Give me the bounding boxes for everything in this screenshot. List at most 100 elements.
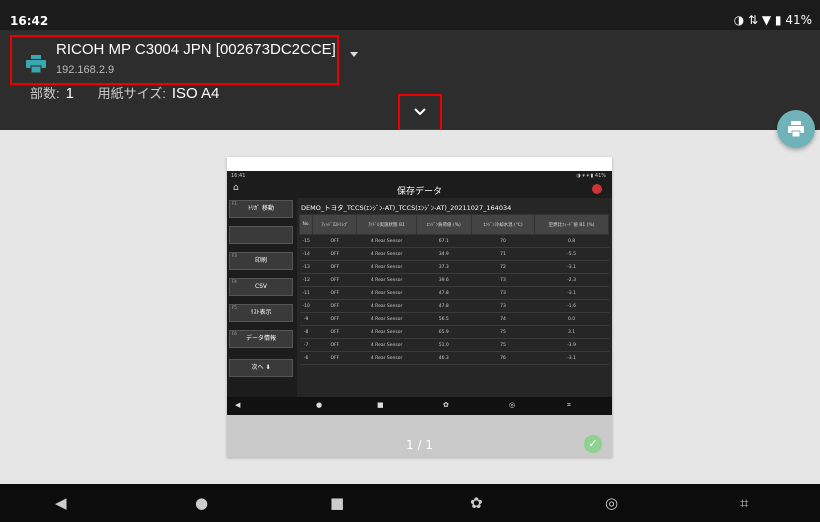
preview-screenshot: 16:41 ◑ ▾ ▾ ▮ 41% ⌂ 保存データ F1 ﾄﾘｶﾞ 移動 F3 印刷… — [227, 171, 612, 415]
table-cell: 0.0 — [534, 312, 609, 326]
system-nav-bar: ◀ ● ■ ✿ ◎ ⌗ — [0, 484, 820, 522]
table-cell: 76 — [471, 351, 535, 365]
table-row: -9 OFF 4 Rear Sensor 56.5 74 0.0 — [299, 312, 609, 326]
table-cell: 37.3 — [416, 260, 472, 274]
table-cell: -11 — [299, 286, 313, 300]
preview-data-panel: DEMO_トヨタ_TCCS(ｴﾝｼﾞﾝ-AT)_TCCS(ｴﾝｼﾞﾝ-AT)_2… — [297, 198, 612, 398]
table-row: -7 OFF 4 Rear Sensor 51.0 75 -3.9 — [299, 338, 609, 352]
chevron-down-icon — [414, 108, 426, 116]
preview-status-icons: ◑ ▾ ▾ ▮ 41% — [576, 173, 606, 179]
preview-title: 保存データ — [396, 187, 442, 197]
preview-side-button: F3 印刷 — [229, 252, 293, 270]
table-row: -8 OFF 4 Rear Sensor 65.9 75 3.1 — [299, 325, 609, 339]
table-cell: -14 — [299, 247, 313, 261]
settings-icon[interactable]: ✿ — [470, 494, 483, 512]
table-cell: OFF — [312, 247, 357, 261]
print-settings-summary: 部数: 1 用紙サイズ: ISO A4 — [30, 83, 239, 102]
table-cell: 4 Rear Sensor — [356, 325, 417, 339]
table-cell: -10 — [299, 299, 313, 313]
table-cell: 4 Rear Sensor — [356, 247, 417, 261]
table-cell: -8 — [299, 325, 313, 339]
preview-sidebar: F1 ﾄﾘｶﾞ 移動 F3 印刷 F4 CSV F5 ﾘｽﾄ表示 F6 データ情報 次へ … — [227, 198, 297, 398]
battery-level: 41% — [785, 13, 812, 27]
printer-icon — [26, 55, 46, 73]
preview-side-button: F4 CSV — [229, 278, 293, 296]
expand-options-button[interactable] — [398, 94, 442, 131]
table-cell: 4 Rear Sensor — [356, 338, 417, 352]
table-cell: -6 — [299, 351, 313, 365]
table-cell: 4 Rear Sensor — [356, 299, 417, 313]
table-cell: OFF — [312, 273, 357, 287]
table-cell: OFF — [312, 312, 357, 326]
preview-recents-icon: ■ — [377, 401, 384, 409]
table-cell: 47.8 — [416, 286, 472, 300]
table-cell: -3.9 — [534, 338, 609, 352]
table-cell: -1.6 — [534, 299, 609, 313]
preview-nav-bar: ◀ ● ■ ✿ ◎ ⌗ — [227, 397, 612, 415]
home-icon[interactable]: ● — [195, 494, 208, 512]
table-cell: -5.5 — [534, 247, 609, 261]
table-header-cell: No. — [298, 214, 314, 235]
print-options-header: RICOH MP C3004 JPN [002673DC2CCE] 192.16… — [0, 30, 820, 131]
table-cell: OFF — [312, 299, 357, 313]
table-header-cell: 空燃比ﾌｨｰﾄﾞ値 B1 (%) — [534, 214, 609, 235]
table-cell: -7 — [299, 338, 313, 352]
table-header-cell: ｱｨｯﾄﾞﾛｽﾄﾘﾚﾌﾟ — [312, 214, 358, 235]
close-icon — [592, 184, 602, 194]
table-cell: 51.0 — [416, 338, 472, 352]
preview-home-icon: ● — [316, 401, 323, 409]
back-icon[interactable]: ◀ — [55, 494, 67, 512]
table-cell: 3.1 — [534, 325, 609, 339]
table-cell: -2.3 — [534, 273, 609, 287]
preview-side-button: F5 ﾘｽﾄ表示 — [229, 304, 293, 322]
table-cell: 71 — [471, 247, 535, 261]
app-icon[interactable]: ◎ — [605, 494, 618, 512]
table-cell: -13 — [299, 260, 313, 274]
table-cell: OFF — [312, 286, 357, 300]
table-cell: -15 — [299, 234, 313, 248]
table-row: -13 OFF 4 Rear Sensor 37.3 72 -3.1 — [299, 260, 609, 274]
table-cell: 46.3 — [416, 351, 472, 365]
table-cell: 47.8 — [416, 299, 472, 313]
table-cell: 4 Rear Sensor — [356, 351, 417, 365]
table-cell: OFF — [312, 260, 357, 274]
status-time: 16:42 — [10, 14, 49, 28]
table-header-cell: ｱｲﾄﾞﾙ実施状態 B1 — [356, 214, 417, 235]
table-cell: OFF — [312, 234, 357, 248]
printer-icon — [788, 121, 804, 138]
table-cell: 75 — [471, 338, 535, 352]
table-cell: 74 — [471, 312, 535, 326]
table-cell: OFF — [312, 338, 357, 352]
preview-file-name: DEMO_トヨタ_TCCS(ｴﾝｼﾞﾝ-AT)_TCCS(ｴﾝｼﾞﾝ-AT)_2… — [301, 204, 512, 212]
table-cell: 65.9 — [416, 325, 472, 339]
table-cell: 34.9 — [416, 247, 472, 261]
table-cell: 4 Rear Sensor — [356, 234, 417, 248]
table-row: -14 OFF 4 Rear Sensor 34.9 71 -5.5 — [299, 247, 609, 261]
table-cell: 73 — [471, 299, 535, 313]
copies-value: 1 — [65, 85, 74, 102]
preview-settings-icon: ✿ — [443, 401, 449, 409]
preview-side-button: F1 ﾄﾘｶﾞ 移動 — [229, 200, 293, 218]
page-indicator: 1 / 1 — [406, 438, 433, 452]
paper-size-value: ISO A4 — [171, 85, 220, 102]
recents-icon[interactable]: ■ — [330, 494, 344, 512]
printer-selector[interactable]: RICOH MP C3004 JPN [002673DC2CCE] 192.16… — [10, 35, 339, 85]
paper-size-label: 用紙サイズ: — [97, 86, 166, 101]
screenshot-icon[interactable]: ⌗ — [740, 494, 748, 512]
status-icons: ◑ ⇅ ▼ ▮ — [733, 13, 782, 27]
print-button[interactable] — [777, 110, 815, 148]
table-cell: -3.1 — [534, 286, 609, 300]
table-row: -12 OFF 4 Rear Sensor 39.6 73 -2.3 — [299, 273, 609, 287]
copies-label: 部数: — [30, 86, 60, 101]
table-cell: 56.5 — [416, 312, 472, 326]
printer-dropdown-arrow-icon[interactable] — [350, 52, 358, 57]
page-selected-check-icon[interactable]: ✓ — [584, 435, 602, 453]
table-row: -6 OFF 4 Rear Sensor 46.3 76 -3.1 — [299, 351, 609, 365]
printer-name: RICOH MP C3004 JPN [002673DC2CCE] — [56, 41, 336, 58]
preview-screenshot-icon: ⌗ — [567, 401, 571, 409]
table-cell: 4 Rear Sensor — [356, 260, 417, 274]
table-row: -15 OFF 4 Rear Sensor 67.1 70 0.8 — [299, 234, 609, 248]
preview-side-button — [229, 226, 293, 244]
table-cell: -12 — [299, 273, 313, 287]
page-preview[interactable]: 16:41 ◑ ▾ ▾ ▮ 41% ⌂ 保存データ F1 ﾄﾘｶﾞ 移動 F3 印刷… — [227, 157, 612, 457]
